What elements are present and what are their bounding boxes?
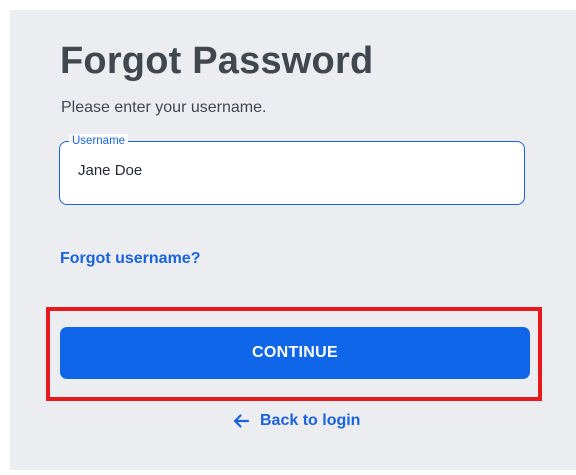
forgot-password-panel: Forgot Password Please enter your userna… — [10, 10, 576, 470]
username-field[interactable]: Username — [59, 134, 525, 205]
back-to-login-label: Back to login — [260, 412, 361, 429]
username-field-label: Username — [69, 134, 129, 148]
username-input[interactable] — [78, 162, 508, 179]
page-subtitle: Please enter your username. — [61, 99, 267, 116]
continue-button[interactable]: CONTINUE — [60, 327, 530, 379]
back-to-login-link[interactable]: Back to login — [232, 412, 360, 430]
page-title: Forgot Password — [60, 40, 374, 82]
forgot-username-link[interactable]: Forgot username? — [60, 250, 200, 268]
arrow-left-icon — [232, 412, 250, 430]
